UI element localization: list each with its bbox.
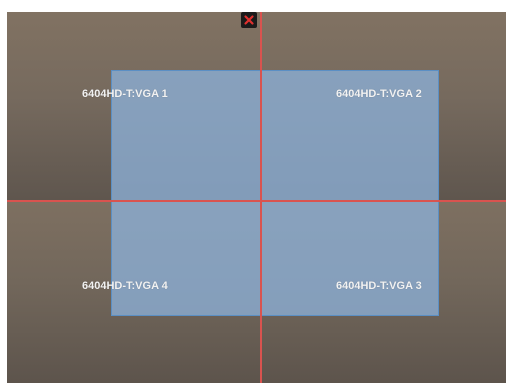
screen-label-vga-4: 6404HD-T:VGA 4	[82, 280, 168, 292]
screen-label-vga-3: 6404HD-T:VGA 3	[336, 280, 422, 292]
screen-label-vga-1: 6404HD-T:VGA 1	[82, 88, 168, 100]
screen-label-vga-2: 6404HD-T:VGA 2	[336, 88, 422, 100]
vertical-screen-divider	[260, 12, 262, 383]
close-icon	[244, 15, 254, 25]
video-wall-canvas[interactable]: 6404HD-T:VGA 1 6404HD-T:VGA 2 6404HD-T:V…	[0, 0, 506, 383]
horizontal-screen-divider	[7, 200, 506, 202]
video-wall[interactable]	[7, 12, 506, 383]
close-button[interactable]	[241, 12, 257, 28]
